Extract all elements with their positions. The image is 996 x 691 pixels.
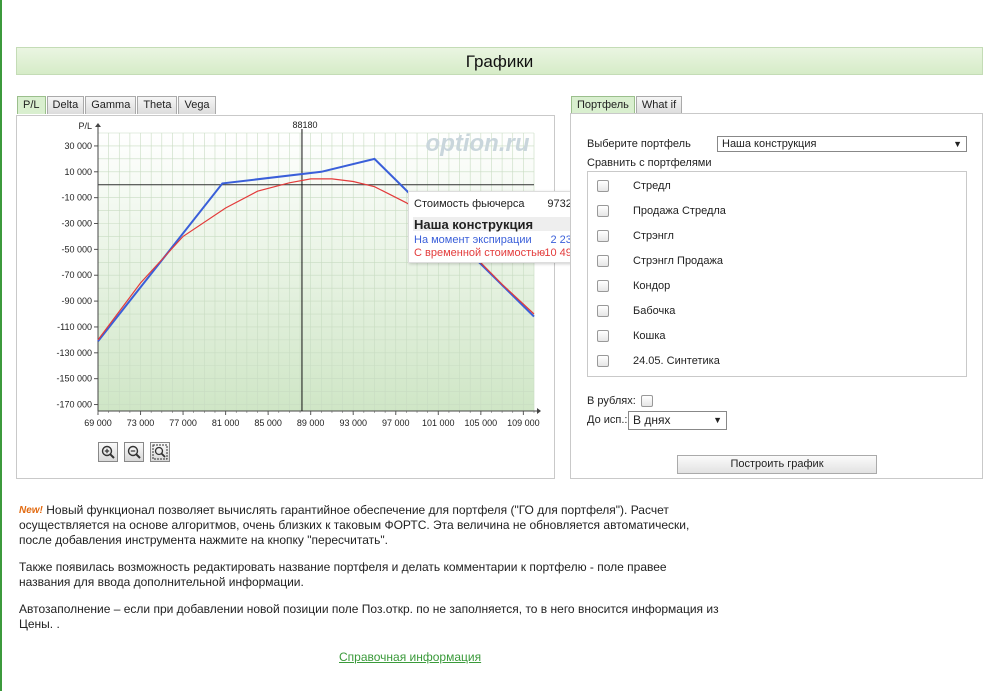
- compare-item-label: Кондор: [633, 280, 671, 292]
- portfolio-select-label: Выберите портфель: [587, 138, 691, 150]
- compare-checkbox[interactable]: [597, 205, 609, 217]
- chart-panel: option.ru 30 000 10 000 -10 000 -30 000 -50 0…: [16, 115, 587, 479]
- portfolio-select-value: Наша конструкция: [722, 138, 817, 150]
- pl-chart: option.ru 30 000 10 000 -10 000 -30 000 -50 0…: [56, 120, 541, 428]
- tooltip-time-label: С временной стоимостью: [414, 247, 546, 259]
- info-text-1: Новый функционал позволяет вычислять гар…: [19, 503, 690, 547]
- list-item: Кошка: [588, 322, 966, 342]
- compare-item-label: Бабочка: [633, 305, 676, 317]
- y-axis-label: P/L: [78, 121, 92, 131]
- new-badge: New!: [19, 505, 43, 516]
- x-tick-label: 85 000: [254, 418, 282, 428]
- y-tick-label: -30 000: [61, 219, 92, 229]
- tab-what-if[interactable]: What if: [635, 96, 683, 114]
- x-tick-label: 81 000: [212, 418, 240, 428]
- tooltip-expiry-label: На момент экспирации: [414, 234, 532, 246]
- compare-checkbox[interactable]: [597, 180, 609, 192]
- compare-item-label: Стрэнгл Продажа: [633, 255, 723, 267]
- y-tick-label: -170 000: [56, 400, 92, 410]
- zoom-in-icon: [101, 445, 115, 459]
- portfolio-select[interactable]: Наша конструкция ▼: [717, 136, 967, 152]
- watermark: option.ru: [426, 130, 530, 157]
- chart-tab-bar: P/L Delta Gamma Theta Vega: [17, 96, 217, 114]
- dropdown-arrow-icon: ▼: [953, 139, 962, 149]
- list-item: Кондор: [588, 272, 966, 292]
- y-tick-label: -50 000: [61, 244, 92, 254]
- info-paragraph-3: Автозаполнение – если при добавлении нов…: [19, 602, 719, 631]
- compare-checkbox[interactable]: [597, 255, 609, 267]
- page-left-border: [0, 0, 2, 691]
- info-paragraph-new: New! Новый функционал позволяет вычислят…: [19, 503, 719, 548]
- tab-vega[interactable]: Vega: [178, 96, 216, 114]
- help-link[interactable]: Справочная информация: [339, 650, 481, 664]
- chart-tooltip: Стоимость фьючерса 97327 Наша конструкци…: [408, 191, 587, 263]
- tab-theta[interactable]: Theta: [137, 96, 178, 114]
- list-item: Стредл: [588, 172, 966, 192]
- list-item: Продажа Стредла: [588, 197, 966, 217]
- x-axis-arrow: [537, 408, 541, 414]
- list-item: 24.05. Синтетика: [588, 347, 966, 367]
- dropdown-arrow-icon: ▼: [713, 415, 722, 425]
- x-tick-label: 69 000: [84, 418, 112, 428]
- y-tick-label: -150 000: [56, 374, 92, 384]
- compare-portfolio-list: Стредл Продажа Стредла Стрэнгл Стрэнгл П…: [587, 171, 967, 377]
- compare-checkbox[interactable]: [597, 330, 609, 342]
- x-tick-label: 105 000: [465, 418, 498, 428]
- build-chart-button[interactable]: Построить график: [677, 455, 877, 474]
- y-tick-label: -130 000: [56, 348, 92, 358]
- y-tick-label: -90 000: [61, 296, 92, 306]
- zoom-fit-button[interactable]: [150, 442, 170, 462]
- page-title: Графики: [16, 47, 983, 75]
- list-item: Стрэнгл Продажа: [588, 247, 966, 267]
- zoom-fit-icon: [152, 444, 168, 460]
- tab-portfolio[interactable]: Портфель: [571, 96, 635, 114]
- tab-delta[interactable]: Delta: [46, 96, 85, 114]
- compare-checkbox[interactable]: [597, 355, 609, 367]
- plot-background: [98, 133, 534, 411]
- tooltip-title: Наша конструкция: [414, 217, 534, 232]
- x-tick-label: 109 000: [507, 418, 540, 428]
- x-tick-label: 73 000: [127, 418, 155, 428]
- list-item: Стрэнгл: [588, 222, 966, 242]
- compare-item-label: Продажа Стредла: [633, 205, 726, 217]
- y-tick-label: -110 000: [57, 322, 92, 332]
- rubles-label: В рублях:: [587, 395, 636, 407]
- current-price-label: 88180: [292, 120, 317, 130]
- compare-item-label: Кошка: [633, 330, 666, 342]
- y-tick-label: -10 000: [61, 193, 92, 203]
- info-paragraph-2: Также появилась возможность редактироват…: [19, 560, 667, 589]
- portfolio-tab-bar: Портфель What if: [571, 96, 683, 114]
- x-tick-label: 97 000: [382, 418, 410, 428]
- until-select-value: В днях: [633, 413, 671, 427]
- compare-item-label: Стредл: [633, 180, 671, 192]
- zoom-in-button[interactable]: [98, 442, 118, 462]
- compare-item-label: Стрэнгл: [633, 230, 674, 242]
- x-tick-label: 93 000: [339, 418, 367, 428]
- tab-pl[interactable]: P/L: [17, 96, 46, 114]
- y-axis-arrow: [95, 123, 101, 127]
- rubles-checkbox[interactable]: [641, 395, 653, 407]
- compare-checkbox[interactable]: [597, 305, 609, 317]
- tab-gamma[interactable]: Gamma: [85, 96, 137, 114]
- x-tick-label: 101 000: [422, 418, 455, 428]
- list-item: Бабочка: [588, 297, 966, 317]
- zoom-out-button[interactable]: [124, 442, 144, 462]
- y-tick-label: 30 000: [64, 141, 92, 151]
- zoom-out-icon: [127, 445, 141, 459]
- x-tick-label: 89 000: [297, 418, 325, 428]
- compare-checkbox[interactable]: [597, 280, 609, 292]
- y-tick-label: -70 000: [61, 270, 92, 280]
- tooltip-futures-label: Стоимость фьючерса: [414, 198, 525, 210]
- until-label: До исп.:: [587, 414, 628, 426]
- until-select[interactable]: В днях ▼: [628, 411, 727, 430]
- compare-checkbox[interactable]: [597, 230, 609, 242]
- compare-label: Сравнить с портфелями: [587, 157, 712, 169]
- compare-item-label: 24.05. Синтетика: [633, 355, 720, 367]
- y-tick-label: 10 000: [64, 167, 92, 177]
- x-tick-label: 77 000: [169, 418, 197, 428]
